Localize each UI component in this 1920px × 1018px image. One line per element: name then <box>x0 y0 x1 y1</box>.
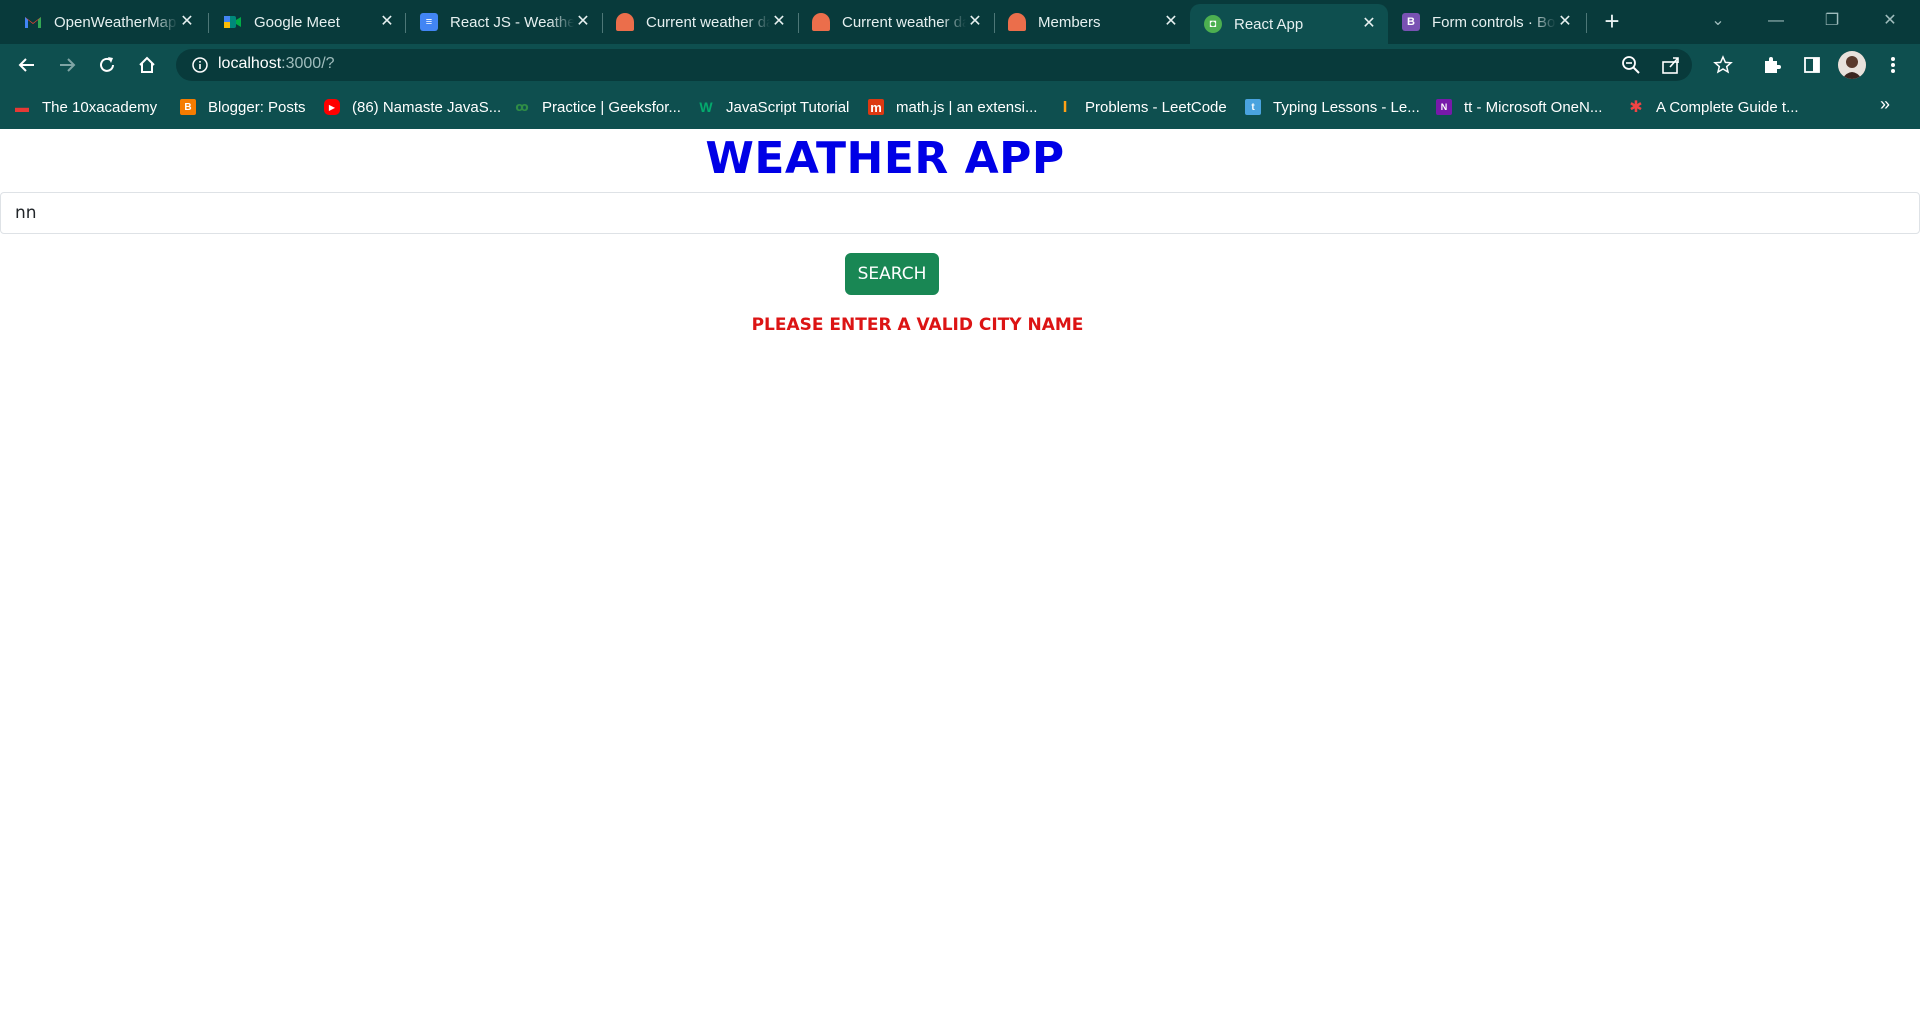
browser-chrome: OpenWeatherMap ✕ Google Meet ✕ ≡ React J… <box>0 0 1920 129</box>
tab-members[interactable]: Members ✕ <box>994 4 1190 40</box>
bookmark-label: (86) Namaste JavaS... <box>352 98 502 116</box>
openweather-icon <box>812 13 830 31</box>
search-button[interactable]: SEARCH <box>845 253 939 295</box>
bookmark-javascript-tutorial[interactable]: W JavaScript Tutorial <box>698 96 849 118</box>
url-host: localhost <box>218 55 282 72</box>
kebab-menu-icon[interactable] <box>1878 50 1908 80</box>
forward-arrow-icon[interactable] <box>52 50 82 80</box>
typing-icon: t <box>1245 99 1261 115</box>
tab-separator <box>1586 13 1587 33</box>
new-tab-plus-icon[interactable]: + <box>1598 8 1626 36</box>
tab-title: Form controls · Bootstrap <box>1432 13 1556 31</box>
bookmark-typing-lessons[interactable]: t Typing Lessons - Le... <box>1245 96 1420 118</box>
close-icon[interactable]: ✕ <box>378 13 396 31</box>
bookmark-star-icon[interactable] <box>1708 50 1738 80</box>
geeksforgeeks-icon: ꝏ <box>515 100 529 114</box>
tab-openweathermap[interactable]: OpenWeatherMap ✕ <box>10 4 206 40</box>
window-close-icon[interactable]: ✕ <box>1872 6 1908 36</box>
app-title: WEATHER APP <box>705 133 1065 184</box>
tab-search-chevron-icon[interactable]: ⌄ <box>1700 6 1736 36</box>
restore-icon[interactable]: ❐ <box>1814 6 1850 36</box>
bookmark-label: The 10xacademy <box>42 98 158 116</box>
reload-icon[interactable] <box>92 50 122 80</box>
google-meet-icon <box>224 13 242 31</box>
tab-title: Current weather data <box>646 13 770 31</box>
browser-toolbar: localhost:3000/? <box>0 44 1920 86</box>
css-tricks-icon: ✱ <box>1629 99 1643 116</box>
mathjs-icon: m <box>868 99 884 115</box>
tab-title: Google Meet <box>254 13 340 31</box>
url-text: localhost:3000/? <box>218 55 335 73</box>
site-info-icon[interactable] <box>190 55 210 75</box>
share-icon[interactable] <box>1660 54 1682 76</box>
youtube-icon: ▶ <box>324 99 340 115</box>
tab-title: React JS - Weather <box>450 13 574 31</box>
close-icon[interactable]: ✕ <box>966 13 984 31</box>
bookmark-onenote[interactable]: N tt - Microsoft OneN... <box>1436 96 1602 118</box>
bookmark-label: Blogger: Posts <box>208 98 306 116</box>
tab-title: React App <box>1234 15 1304 33</box>
tab-title: Members <box>1038 13 1101 31</box>
side-panel-icon[interactable] <box>1797 50 1827 80</box>
bookmark-youtube-namaste[interactable]: ▶ (86) Namaste JavaS... <box>324 96 501 118</box>
react-app-icon: ◘ <box>1204 15 1222 33</box>
blogger-icon: B <box>180 99 196 115</box>
tab-separator <box>208 13 209 33</box>
zoom-icon[interactable] <box>1620 54 1642 76</box>
bookmark-leetcode[interactable]: ⅼ Problems - LeetCode <box>1057 96 1227 118</box>
tab-current-weather-1[interactable]: Current weather data ✕ <box>602 4 798 40</box>
close-icon[interactable]: ✕ <box>178 13 196 31</box>
10x-icon: ▬ <box>15 99 29 115</box>
weather-app-page: WEATHER APP SEARCH PLEASE ENTER A VALID … <box>0 129 1920 1018</box>
url-path: :3000/? <box>281 55 335 72</box>
tab-react-js-weather[interactable]: ≡ React JS - Weather ✕ <box>406 4 602 40</box>
tab-strip: OpenWeatherMap ✕ Google Meet ✕ ≡ React J… <box>0 0 1920 44</box>
bookmark-label: tt - Microsoft OneN... <box>1464 98 1603 116</box>
onenote-icon: N <box>1436 99 1452 115</box>
gmail-icon <box>24 13 42 31</box>
close-icon[interactable]: ✕ <box>770 13 788 31</box>
home-icon[interactable] <box>132 50 162 80</box>
bookmark-label: JavaScript Tutorial <box>726 98 850 116</box>
bookmarks-overflow-chevron-icon[interactable]: » <box>1880 94 1890 115</box>
close-icon[interactable]: ✕ <box>1162 13 1180 31</box>
tab-google-meet[interactable]: Google Meet ✕ <box>210 4 406 40</box>
bookmark-mathjs[interactable]: m math.js | an extensi... <box>868 96 1037 118</box>
tab-title: OpenWeatherMap <box>54 13 177 31</box>
tab-current-weather-2[interactable]: Current weather data ✕ <box>798 4 994 40</box>
bookmark-label: A Complete Guide t... <box>1656 98 1799 116</box>
bookmarks-bar: ▬ The 10xacademy B Blogger: Posts ▶ (86)… <box>0 86 1920 129</box>
bookmark-10xacademy[interactable]: ▬ The 10xacademy <box>14 96 157 118</box>
bookmark-geeksforgeeks[interactable]: ꝏ Practice | Geeksfor... <box>514 96 681 118</box>
minimize-icon[interactable]: — <box>1758 6 1794 36</box>
bookmark-label: Typing Lessons - Le... <box>1273 98 1420 116</box>
bookmark-label: math.js | an extensi... <box>896 98 1038 116</box>
close-icon[interactable]: ✕ <box>1556 13 1574 31</box>
address-bar[interactable]: localhost:3000/? <box>176 49 1692 81</box>
back-arrow-icon[interactable] <box>12 50 42 80</box>
google-docs-icon: ≡ <box>420 13 438 31</box>
openweather-icon <box>1008 13 1026 31</box>
bookmark-blogger[interactable]: B Blogger: Posts <box>180 96 306 118</box>
close-icon[interactable]: ✕ <box>1360 15 1378 33</box>
tab-title: Current weather data <box>842 13 966 31</box>
bookmark-label: Practice | Geeksfor... <box>542 98 681 116</box>
city-search-input[interactable] <box>0 192 1920 234</box>
close-icon[interactable]: ✕ <box>574 13 592 31</box>
bookmark-css-tricks[interactable]: ✱ A Complete Guide t... <box>1628 96 1799 118</box>
w3schools-icon: W <box>699 99 713 115</box>
tab-react-app[interactable]: ◘ React App ✕ <box>1190 4 1388 44</box>
bootstrap-icon: B <box>1402 13 1420 31</box>
extensions-puzzle-icon[interactable] <box>1757 50 1787 80</box>
error-message: PLEASE ENTER A VALID CITY NAME <box>751 315 1084 335</box>
bookmark-label: Problems - LeetCode <box>1085 98 1227 116</box>
tab-form-controls[interactable]: B Form controls · Bootstrap ✕ <box>1388 4 1584 40</box>
openweather-icon <box>616 13 634 31</box>
leetcode-icon: ⅼ <box>1062 98 1068 115</box>
profile-avatar[interactable] <box>1838 51 1866 79</box>
